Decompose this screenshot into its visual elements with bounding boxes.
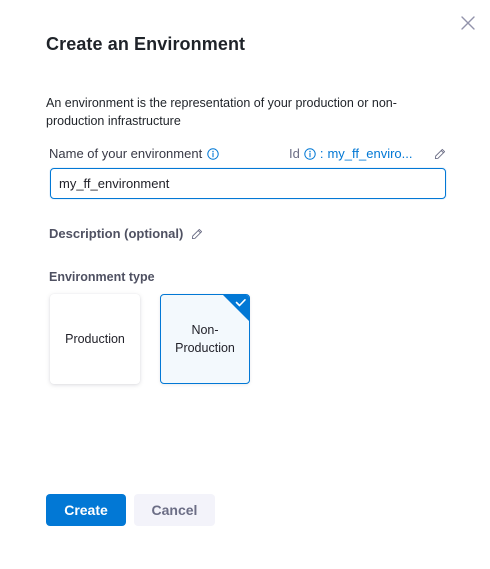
cancel-button[interactable]: Cancel <box>134 494 215 526</box>
dialog-title: Create an Environment <box>46 34 246 54</box>
env-type-card-production[interactable]: Production <box>50 294 140 384</box>
description-label: Description (optional) <box>49 226 184 241</box>
id-label: Id <box>289 146 300 161</box>
info-icon[interactable] <box>207 147 219 160</box>
id-info-icon[interactable] <box>304 147 316 160</box>
environment-name-label-text: Name of your environment <box>49 146 203 161</box>
create-button[interactable]: Create <box>46 494 126 526</box>
env-type-card-label: Non-Production <box>175 323 235 355</box>
id-value[interactable]: my_ff_enviro... <box>327 146 412 161</box>
id-separator: : <box>319 146 324 161</box>
close-icon[interactable] <box>459 14 477 32</box>
create-environment-dialog: Create an Environment An environment is … <box>0 0 490 569</box>
environment-type-label: Environment type <box>49 270 155 284</box>
env-type-card-non-production[interactable]: Non-Production <box>160 294 250 384</box>
dialog-description: An environment is the representation of … <box>46 96 397 128</box>
environment-id-display: Id : my_ff_enviro... <box>289 146 413 161</box>
edit-description-pencil-icon[interactable] <box>191 228 203 240</box>
environment-name-input[interactable] <box>50 168 446 199</box>
checkmark-icon <box>223 295 249 321</box>
environment-name-label: Name of your environment <box>49 146 219 161</box>
add-description-toggle[interactable]: Description (optional) <box>49 226 203 241</box>
env-type-card-label: Production <box>65 332 125 346</box>
edit-id-pencil-icon[interactable] <box>434 148 446 160</box>
